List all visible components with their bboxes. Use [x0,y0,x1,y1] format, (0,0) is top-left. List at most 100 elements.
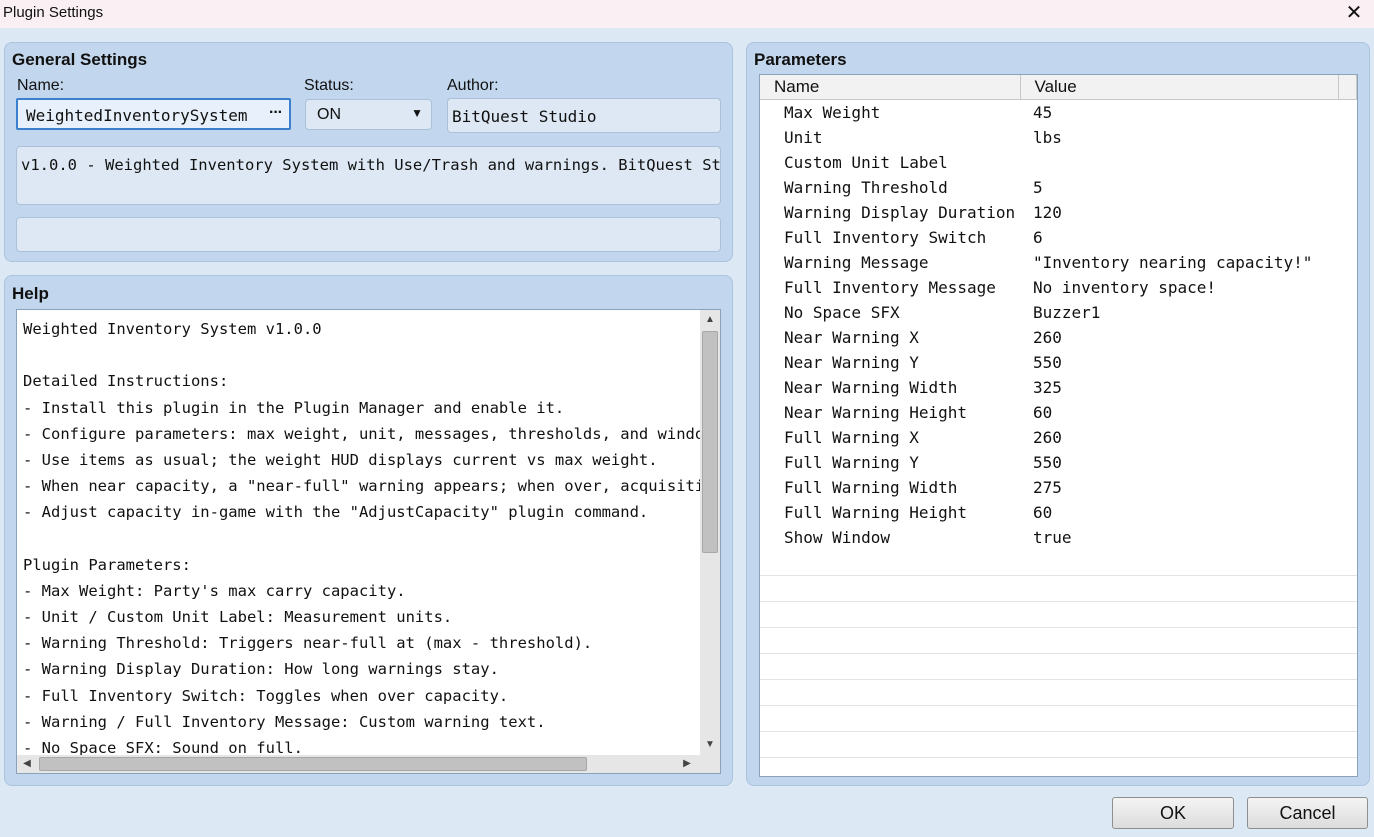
table-row[interactable]: Near Warning X 260 [760,325,1357,350]
help-textarea[interactable]: Weighted Inventory System v1.0.0 Detailed… [16,309,721,774]
table-header-row: Name Value [760,75,1357,100]
empty-table-row [760,757,1357,776]
empty-cell [760,653,1357,680]
author-field[interactable]: BitQuest Studio [447,98,721,133]
more-options-icon[interactable]: ··· [269,104,283,122]
param-name: Unit [784,128,823,147]
param-value [1020,150,1357,175]
param-value: 275 [1033,478,1062,497]
parameters-heading: Parameters [754,50,847,69]
empty-table-row [760,627,1357,654]
horizontal-scroll-thumb[interactable] [39,757,587,771]
column-header-name[interactable]: Name [760,75,1021,100]
param-value: 60 [1033,403,1053,422]
param-value: 550 [1033,353,1062,372]
title-bar: Plugin Settings ✕ [0,0,1374,28]
help-line: - Configure parameters: max weight, unit… [23,424,721,443]
chevron-down-icon: ▼ [411,106,423,120]
parameters-table-container: Name Value Max Weight 45 Unit lbs Custom Uni… [759,74,1358,777]
table-row[interactable]: Near Warning Height 60 [760,400,1357,425]
help-line [23,342,720,368]
param-name: Near Warning Width [784,378,958,397]
empty-table-row [760,705,1357,732]
param-value: 5 [1033,178,1043,197]
help-line: - When near capacity, a "near-full" warn… [23,477,721,496]
param-value: "Inventory nearing capacity!" [1033,253,1313,272]
extra-text-field[interactable] [16,217,721,252]
table-row[interactable]: Full Warning X 260 [760,425,1357,450]
cancel-button[interactable]: Cancel [1247,797,1368,829]
author-value: BitQuest Studio [452,107,597,126]
column-header-value[interactable]: Value [1020,75,1339,100]
table-row[interactable]: Full Warning Height 60 [760,500,1357,525]
table-row[interactable]: Warning Threshold 5 [760,175,1357,200]
table-row[interactable]: Unit lbs [760,125,1357,150]
param-name: Full Warning Height [784,503,968,522]
empty-table-row [760,731,1357,758]
help-heading: Help [12,284,49,303]
help-horizontal-scrollbar[interactable]: ◀ ▶ [17,755,720,773]
empty-table-row [760,575,1357,602]
scroll-down-icon[interactable]: ▼ [702,737,718,753]
scroll-up-icon[interactable]: ▲ [702,312,718,328]
param-value: lbs [1033,128,1062,147]
empty-cell [760,705,1357,732]
table-row[interactable]: Full Warning Width 275 [760,475,1357,500]
description-value: v1.0.0 - Weighted Inventory System with … [21,156,721,174]
help-line: - Warning Display Duration: How long war… [23,660,499,679]
param-name: Full Inventory Message [784,278,996,297]
table-row[interactable]: Near Warning Width 325 [760,375,1357,400]
param-name: Max Weight [784,103,881,122]
param-name: Near Warning X [784,328,919,347]
help-line: - Unit / Custom Unit Label: Measurement … [23,608,453,627]
param-value: true [1033,528,1072,547]
param-name: Show Window [784,528,890,547]
scroll-left-icon[interactable]: ◀ [19,756,35,772]
table-row[interactable]: Show Window true [760,525,1357,550]
table-row[interactable]: Custom Unit Label [760,150,1357,175]
help-line: - Max Weight: Party's max carry capacity… [23,581,406,600]
plugin-name-field[interactable]: WeightedInventorySystem ··· [16,98,291,130]
empty-cell [760,679,1357,706]
description-field[interactable]: v1.0.0 - Weighted Inventory System with … [16,146,721,205]
general-settings-panel: General Settings Name: Status: Author: W… [4,42,733,262]
scroll-right-icon[interactable]: ▶ [679,756,695,772]
param-name: Near Warning Height [784,403,968,422]
table-row[interactable]: Full Inventory Message No inventory space… [760,275,1357,300]
close-icon[interactable]: ✕ [1340,0,1368,26]
help-line: - Adjust capacity in-game with the "Adju… [23,503,649,522]
table-row[interactable]: Warning Message "Inventory nearing capaci… [760,250,1357,275]
name-label: Name: [17,77,65,94]
status-select[interactable]: ON ▼ [305,99,432,130]
empty-cell [760,627,1357,654]
window-title: Plugin Settings [3,4,104,21]
table-row[interactable]: Warning Display Duration 120 [760,200,1357,225]
table-row[interactable]: Near Warning Y 550 [760,350,1357,375]
param-value: 325 [1033,378,1062,397]
empty-cell [760,550,1357,576]
help-line: - Warning Threshold: Triggers near-full … [23,634,593,653]
empty-table-row [760,550,1357,576]
param-value: 6 [1033,228,1043,247]
param-value: 45 [1033,103,1053,122]
param-name: No Space SFX [784,303,900,322]
param-name: Near Warning Y [784,353,919,372]
param-name: Warning Display Duration [784,203,1016,222]
param-name: Full Warning Y [784,453,919,472]
vertical-scroll-thumb[interactable] [702,331,718,553]
table-row[interactable]: Full Inventory Switch 6 [760,225,1357,250]
param-value: 120 [1033,203,1062,222]
help-vertical-scrollbar[interactable]: ▲ ▼ [700,310,720,755]
status-value: ON [317,106,341,123]
column-header-spacer [1338,75,1357,100]
table-row[interactable]: Max Weight 45 [760,100,1357,126]
help-text: Weighted Inventory System v1.0.0 Detailed… [23,316,721,761]
help-line [23,526,720,552]
table-row[interactable]: No Space SFX Buzzer1 [760,300,1357,325]
help-line: Weighted Inventory System v1.0.0 [23,320,322,338]
param-name: Full Warning Width [784,478,958,497]
param-name: Warning Threshold [784,178,948,197]
ok-button[interactable]: OK [1112,797,1234,829]
empty-cell [760,731,1357,758]
table-row[interactable]: Full Warning Y 550 [760,450,1357,475]
